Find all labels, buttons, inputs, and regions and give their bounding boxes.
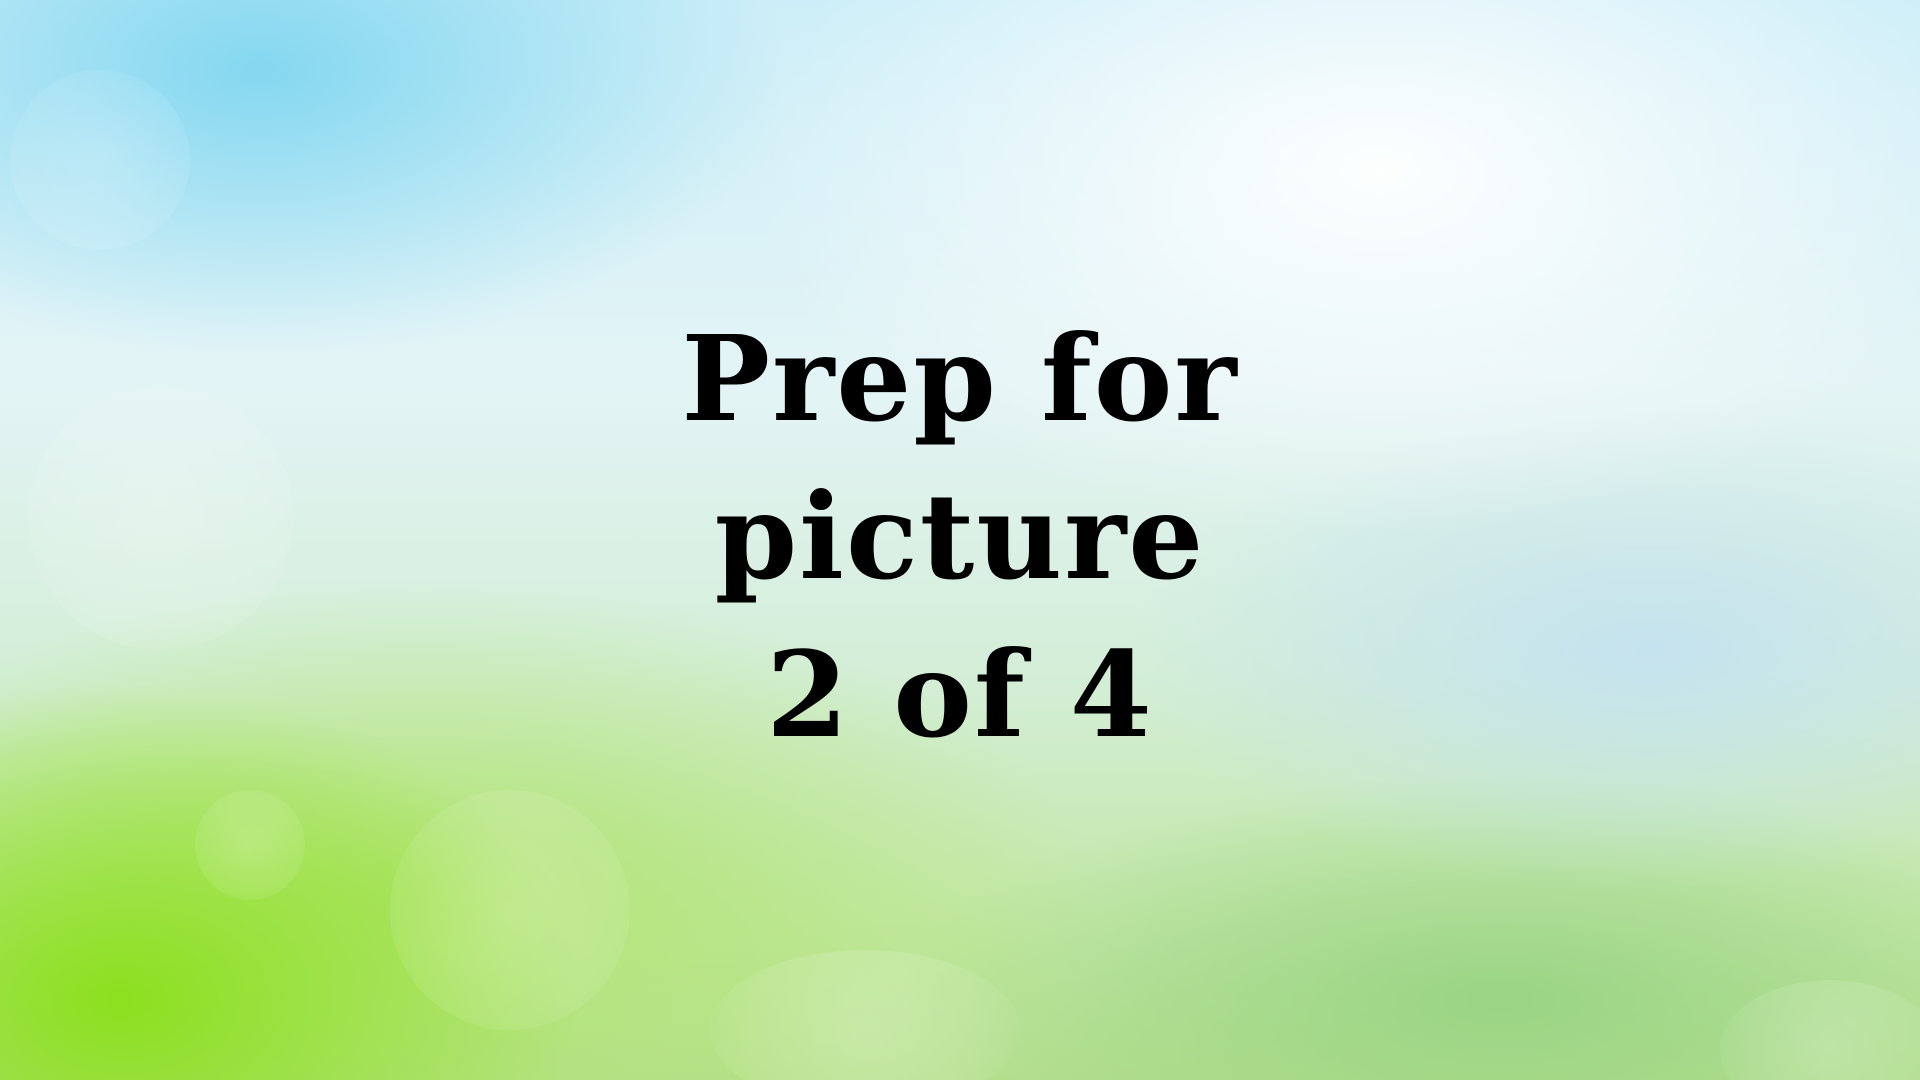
bokeh-circle: [10, 70, 190, 250]
title-line-3: 2 of 4: [766, 625, 1154, 764]
slide-background: Prep for picture 2 of 4: [0, 0, 1920, 1080]
bokeh-circle: [1720, 980, 1920, 1080]
title-line-1: Prep for: [681, 309, 1239, 448]
bokeh-circle: [390, 790, 630, 1030]
title-line-2: picture: [714, 467, 1206, 606]
bokeh-circle: [710, 950, 1020, 1080]
slide-title: Prep for picture 2 of 4: [0, 300, 1920, 774]
bokeh-circle: [195, 790, 305, 900]
